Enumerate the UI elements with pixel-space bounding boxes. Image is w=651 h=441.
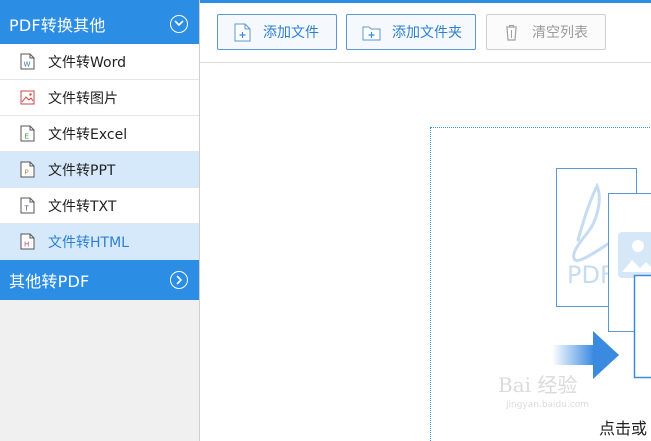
word-doc-icon: W [20, 53, 35, 70]
sidebar-item-label: 文件转Word [48, 54, 126, 71]
group-title: PDF转换其他 [9, 15, 106, 35]
clear-list-button[interactable]: 清空列表 [486, 14, 606, 50]
group-title: 其他转PDF [9, 272, 90, 291]
svg-text:E: E [25, 133, 29, 141]
sidebar-item-word[interactable]: W 文件转Word [0, 44, 199, 80]
add-file-label: 添加文件 [263, 25, 319, 41]
sidebar-item-excel[interactable]: E 文件转Excel [0, 116, 199, 152]
add-folder-button[interactable]: 添加文件夹 [346, 14, 476, 50]
svg-text:P: P [25, 169, 29, 177]
sidebar-item-label: 文件转图片 [48, 90, 118, 107]
add-folder-icon [362, 26, 381, 40]
txt-doc-icon: T [20, 197, 35, 214]
group-pdf-to-other[interactable]: PDF转换其他 [0, 0, 199, 44]
clear-list-label: 清空列表 [532, 25, 588, 41]
chevron-down-circle-icon[interactable] [170, 14, 188, 33]
group-other-to-pdf[interactable]: 其他转PDF [0, 260, 199, 300]
add-folder-label: 添加文件夹 [392, 25, 462, 41]
chevron-right-circle-icon[interactable] [170, 271, 188, 289]
ppt-doc-icon: P [20, 161, 35, 178]
svg-text:W: W [24, 61, 31, 69]
add-file-icon [234, 23, 251, 41]
excel-doc-icon: E [20, 125, 35, 142]
conversion-list: W 文件转Word 文件转图片 E 文件转Excel P 文件转PPT T 文件… [0, 44, 199, 260]
sidebar-item-txt[interactable]: T 文件转TXT [0, 188, 199, 224]
image-doc-icon [20, 90, 35, 105]
add-file-button[interactable]: 添加文件 [217, 14, 337, 50]
sidebar-item-image[interactable]: 文件转图片 [0, 80, 199, 116]
sidebar-item-ppt[interactable]: P 文件转PPT [0, 152, 199, 188]
baidu-watermark: Bai 经验 jingyan.baidu.com [498, 373, 589, 410]
svg-text:H: H [24, 241, 29, 249]
sidebar-item-label: 文件转HTML [48, 234, 129, 251]
sidebar-item-html[interactable]: H 文件转HTML [0, 224, 199, 260]
sidebar-item-label: 文件转Excel [48, 126, 128, 143]
toolbar: 添加文件 添加文件夹 清空列表 [200, 3, 651, 63]
sidebar: PDF转换其他 W 文件转Word 文件转图片 E 文件转Excel P 文件转… [0, 0, 200, 441]
trash-icon [506, 24, 517, 41]
sidebar-item-label: 文件转TXT [48, 198, 117, 215]
svg-text:T: T [24, 205, 30, 213]
watermark-line2: jingyan.baidu.com [505, 400, 589, 410]
sidebar-item-label: 文件转PPT [48, 162, 116, 179]
drop-hint-text: 点击或 [599, 419, 648, 438]
watermark-line1: Bai 经验 [498, 373, 577, 397]
html-doc-icon: H [20, 233, 35, 250]
